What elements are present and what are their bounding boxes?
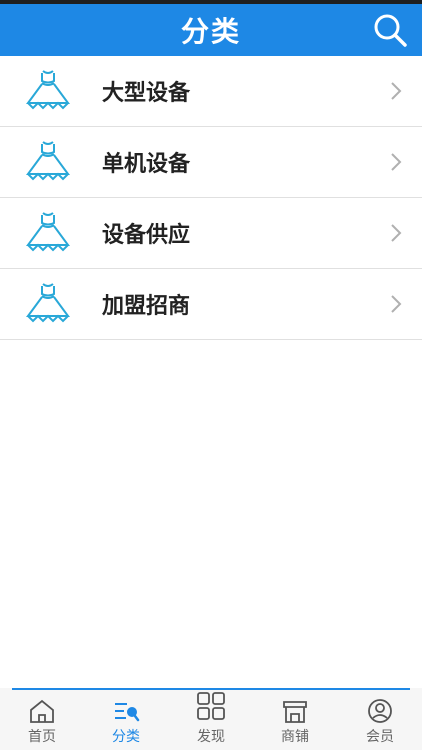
- category-item-single-equipment[interactable]: 单机设备: [0, 127, 422, 198]
- tab-label: 首页: [28, 729, 56, 745]
- user-icon: [368, 699, 392, 723]
- dress-icon: [26, 212, 70, 252]
- tab-store[interactable]: 商铺: [253, 688, 337, 750]
- category-label: 加盟招商: [102, 294, 191, 319]
- tab-discover[interactable]: 发现: [169, 688, 253, 750]
- tab-label: 会员: [366, 729, 394, 745]
- category-item-franchise[interactable]: 加盟招商: [0, 269, 422, 340]
- dress-icon: [26, 283, 70, 323]
- category-label: 单机设备: [102, 152, 191, 177]
- category-label: 设备供应: [102, 223, 191, 248]
- home-icon: [30, 699, 54, 723]
- store-icon: [283, 701, 307, 723]
- tab-label: 商铺: [281, 729, 309, 745]
- chevron-right-icon: [391, 153, 402, 171]
- category-list: 大型设备 单机设备 设备供应 加盟招商: [0, 56, 422, 340]
- bottom-tab-bar: 首页 分类 发现 商铺 会员: [0, 688, 422, 750]
- category-icon: [115, 703, 140, 722]
- category-item-large-equipment[interactable]: 大型设备: [0, 56, 422, 127]
- tab-category[interactable]: 分类: [84, 688, 168, 750]
- tab-member[interactable]: 会员: [338, 688, 422, 750]
- chevron-right-icon: [391, 224, 402, 242]
- chevron-right-icon: [391, 82, 402, 100]
- app-header: 分类: [0, 4, 422, 56]
- grid-icon: [197, 692, 225, 720]
- page-title: 分类: [180, 15, 241, 48]
- search-icon[interactable]: [372, 12, 408, 48]
- category-label: 大型设备: [102, 81, 191, 106]
- dress-icon: [26, 141, 70, 181]
- chevron-right-icon: [391, 295, 402, 313]
- tab-label: 发现: [197, 729, 225, 745]
- dress-icon: [26, 70, 70, 110]
- category-item-equipment-supply[interactable]: 设备供应: [0, 198, 422, 269]
- tab-home[interactable]: 首页: [0, 688, 84, 750]
- tab-label: 分类: [112, 729, 140, 745]
